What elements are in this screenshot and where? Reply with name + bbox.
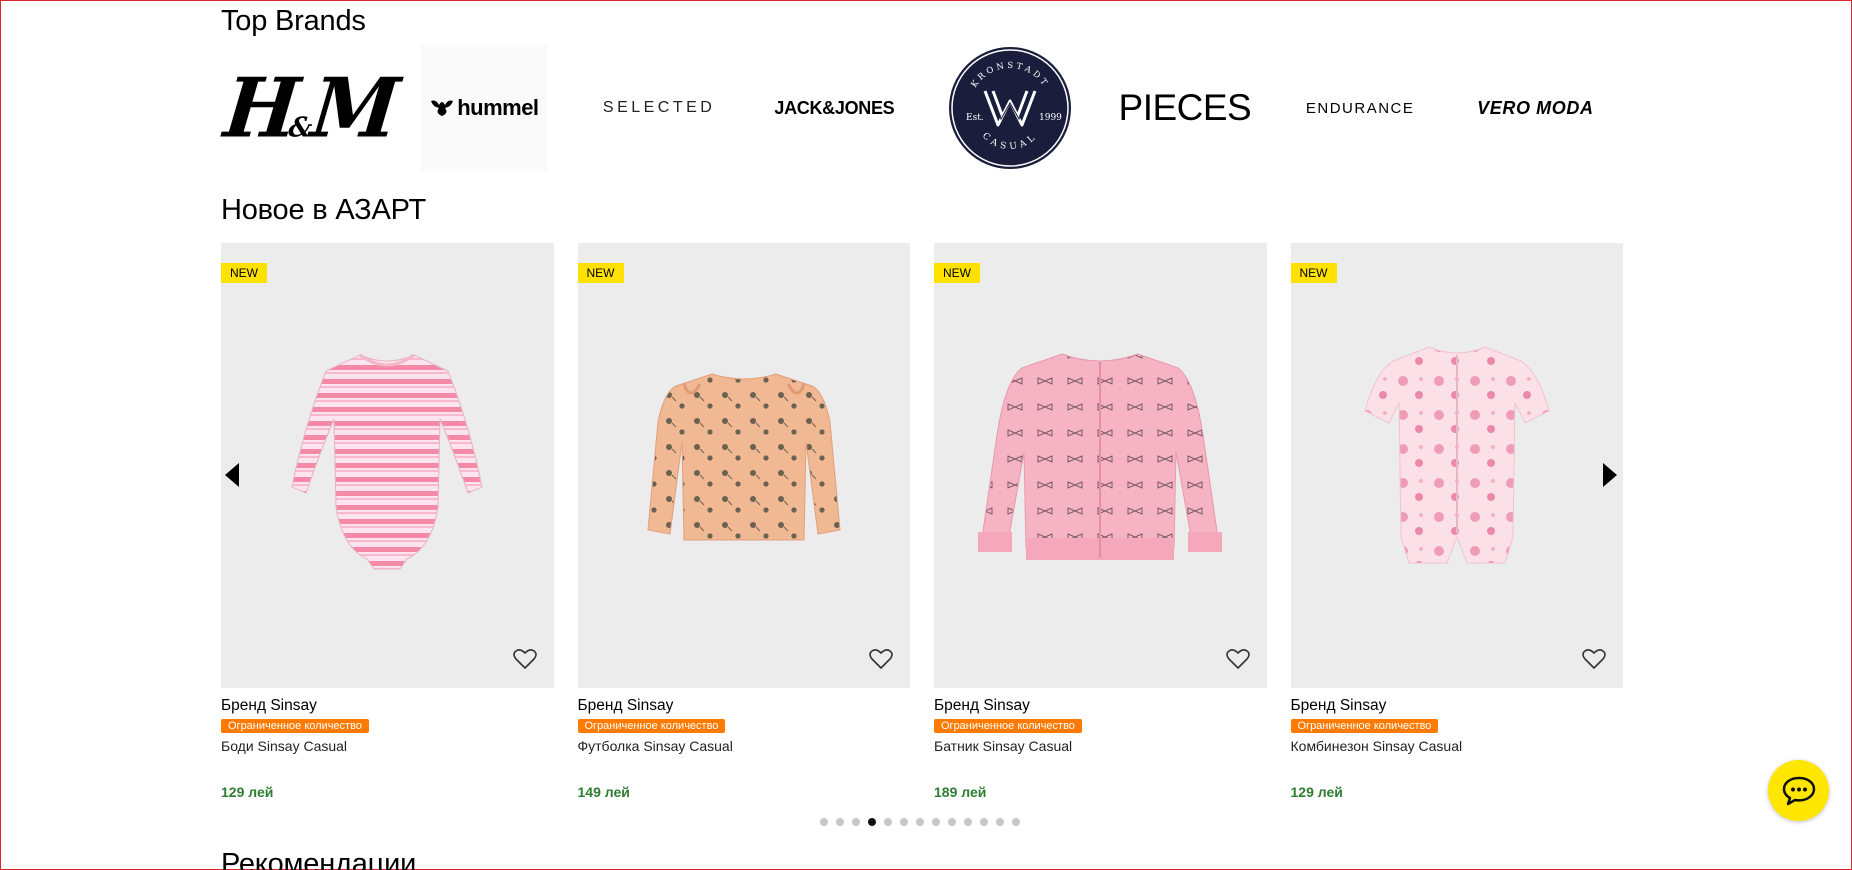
carousel-dot[interactable] [900,818,908,826]
product-card[interactable]: NEW Бренд Sinsay Ограниченное количество [577,243,911,800]
product-price: 189 лей [934,784,987,800]
pink-bow-jacket-image [978,353,1223,560]
floral-long-sleeve-top-image [647,373,841,541]
product-image[interactable]: NEW [934,243,1267,688]
new-badge: NEW [1290,263,1337,283]
brand-hummel[interactable]: hummel [396,45,571,171]
floral-romper-image [1364,346,1550,564]
arrow-left-icon[interactable] [222,460,242,490]
product-image[interactable]: NEW [221,243,554,688]
carousel-dot[interactable] [1012,818,1020,826]
new-badge: NEW [934,263,980,283]
new-badge: NEW [221,263,267,283]
selected-logo: SELECTED [602,99,716,116]
pieces-logo: PIECES [1118,87,1252,128]
chat-button[interactable] [1768,760,1829,821]
product-image[interactable]: NEW [1290,243,1623,688]
new-badge: NEW [577,263,624,283]
product-card[interactable]: NEW Бренд Sinsay Ограниченное количество… [221,243,554,800]
striped-bodysuit-image [291,353,483,570]
hummel-bee-icon [431,100,454,116]
brand-kronstadt[interactable]: KRONSTADT CASUAL Est. 1999 [922,45,1097,171]
heart-outline-icon[interactable] [512,646,538,672]
product-name[interactable]: Боди Sinsay Casual [221,738,554,754]
product-name[interactable]: Комбинезон Sinsay Casual [1291,738,1624,754]
brand-vero-moda[interactable]: VERO MODA [1448,45,1623,171]
endurance-logo: ENDURANCE [1305,99,1415,117]
arrow-right-icon[interactable] [1600,460,1620,490]
limited-badge: Ограниченное количество [221,719,369,733]
carousel-dot[interactable] [996,818,1004,826]
limited-badge: Ограниченное количество [577,719,726,733]
kronstadt-logo: KRONSTADT CASUAL Est. 1999 [948,47,1071,169]
carousel-pagination [820,818,1020,826]
carousel-dot[interactable] [884,818,892,826]
heart-outline-icon[interactable] [1581,646,1607,672]
limited-badge: Ограниченное количество [934,719,1082,733]
vero-moda-logo: VERO MODA [1477,97,1594,118]
carousel-dot[interactable] [980,818,988,826]
recommendations-title: Рекомендации [221,848,417,870]
hummel-logo: hummel [420,45,547,171]
product-carousel: NEW Бренд Sinsay Ограниченное количество… [221,243,1623,800]
carousel-dot[interactable] [932,818,940,826]
brands-row: H&M hummel SELECTED JACK&JONES KRONSTADT… [219,45,1623,171]
product-card[interactable]: NEW Бренд Sinsay Ограниченное количество… [934,243,1267,800]
carousel-dot[interactable] [916,818,924,826]
new-arrivals-title: Новое в АЗАРТ [221,194,426,226]
carousel-dot[interactable] [948,818,956,826]
svg-text:CASUAL: CASUAL [980,131,1040,152]
brand-selected[interactable]: SELECTED [572,45,747,171]
hm-logo: H&M [219,60,398,156]
jack-jones-logo: JACK&JONES [774,97,895,118]
svg-text:KRONSTADT: KRONSTADT [969,61,1050,90]
carousel-dot[interactable] [964,818,972,826]
product-price: 129 лей [221,784,274,800]
heart-outline-icon[interactable] [1225,646,1251,672]
brand-pieces[interactable]: PIECES [1097,45,1272,171]
product-card[interactable]: NEW Бренд Sinsay Ограниченное количество [1290,243,1624,800]
brand-hm[interactable]: H&M [219,45,398,171]
chat-icon [1782,776,1815,805]
brand-endurance[interactable]: ENDURANCE [1273,45,1448,171]
svg-text:1999: 1999 [1039,113,1062,123]
brand-jack-jones[interactable]: JACK&JONES [747,45,922,171]
top-brands-title: Top Brands [221,5,366,37]
product-brand[interactable]: Бренд Sinsay [934,697,1267,715]
product-name[interactable]: Батник Sinsay Casual [934,738,1267,754]
product-brand[interactable]: Бренд Sinsay [578,697,911,715]
product-price: 149 лей [577,784,630,800]
product-brand[interactable]: Бренд Sinsay [1291,697,1624,715]
product-image[interactable]: NEW [577,243,910,688]
limited-badge: Ограниченное количество [1290,719,1439,733]
product-brand[interactable]: Бренд Sinsay [221,697,554,715]
carousel-dot[interactable] [852,818,860,826]
product-name[interactable]: Футболка Sinsay Casual [578,738,911,754]
carousel-dot[interactable] [836,818,844,826]
product-price: 129 лей [1290,784,1343,800]
svg-text:Est.: Est. [966,113,984,123]
carousel-dot[interactable] [868,818,876,826]
carousel-dot[interactable] [820,818,828,826]
heart-outline-icon[interactable] [868,646,894,672]
